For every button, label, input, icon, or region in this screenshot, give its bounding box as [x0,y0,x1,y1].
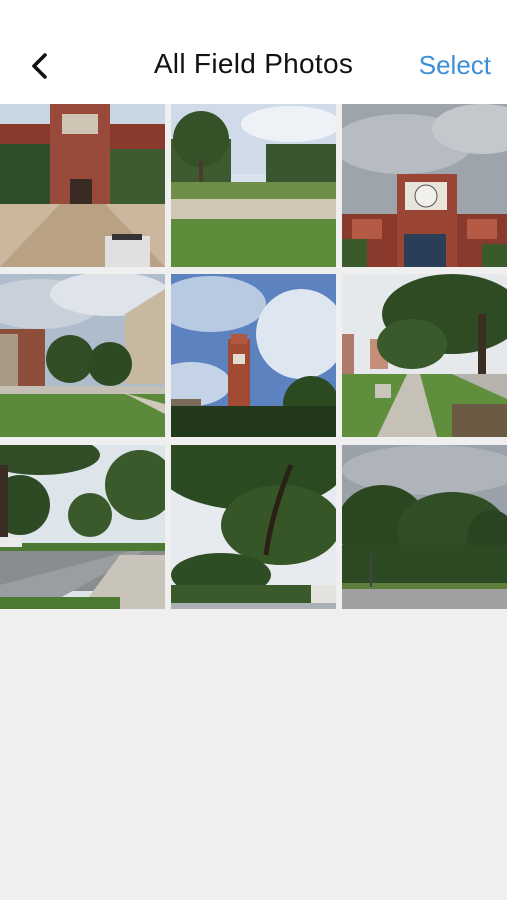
photo-image [171,104,336,267]
photo-image [342,104,507,267]
navigation-bar: All Field Photos Select [0,0,507,104]
photo-image [0,104,165,267]
photo-thumbnail[interactable] [0,104,165,267]
photo-image [0,274,165,437]
photo-thumbnail[interactable] [342,104,507,267]
photo-image [171,274,336,437]
photo-image [0,445,165,609]
select-button[interactable]: Select [419,50,491,81]
empty-area [0,609,507,900]
photo-image [171,445,336,609]
photo-thumbnail[interactable] [171,104,336,267]
photo-thumbnail[interactable] [0,445,165,609]
photo-thumbnail[interactable] [171,274,336,437]
photo-thumbnail[interactable] [342,445,507,609]
photo-image [342,445,507,609]
photo-image [342,274,507,437]
photo-thumbnail[interactable] [342,274,507,437]
photo-thumbnail[interactable] [171,445,336,609]
photo-thumbnail[interactable] [0,274,165,437]
